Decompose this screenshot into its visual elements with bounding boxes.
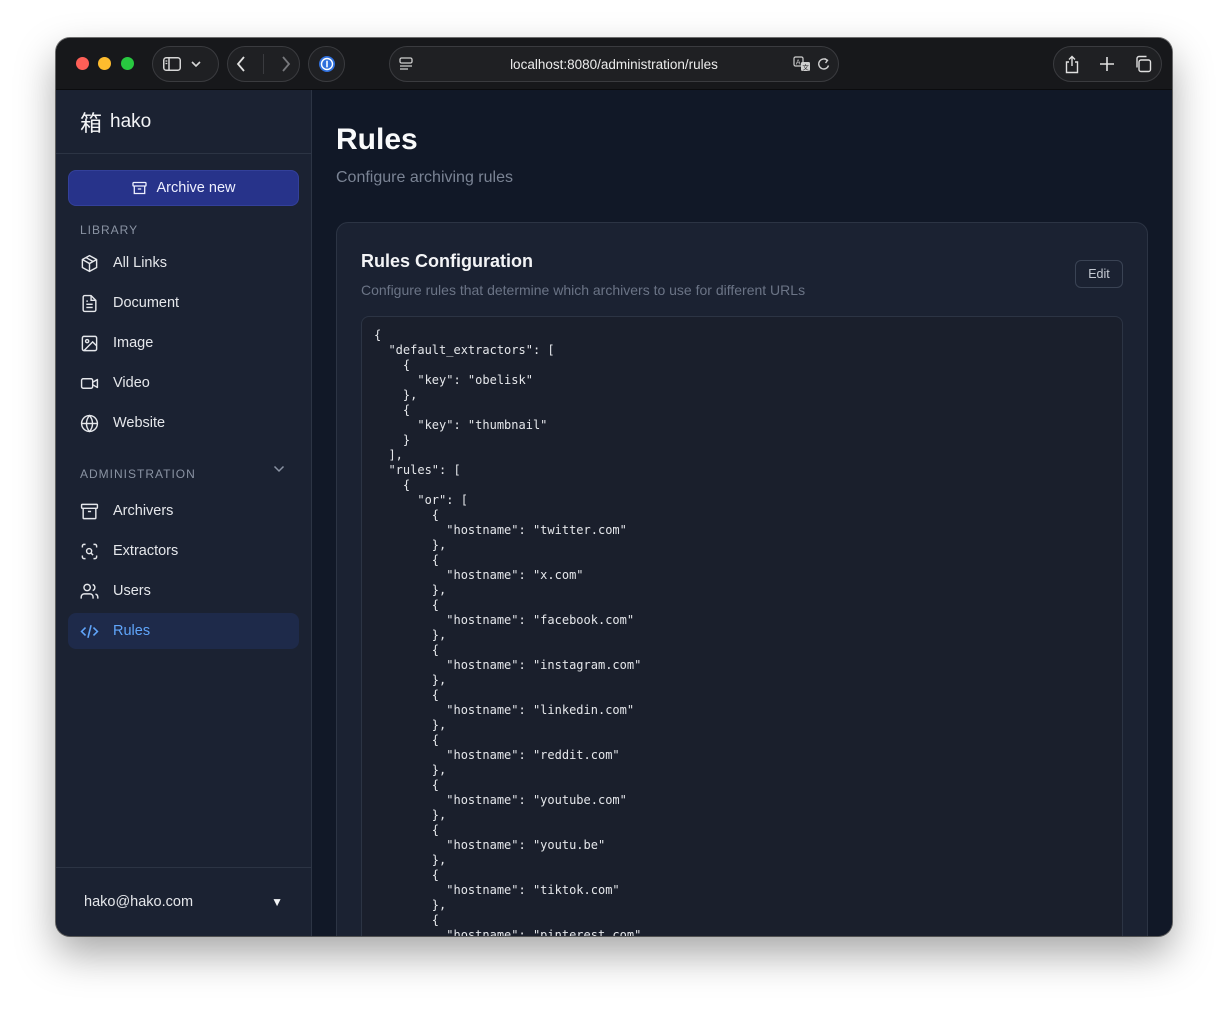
library-section-label: LIBRARY xyxy=(80,223,139,237)
sidebar-item-label: Website xyxy=(113,415,166,431)
password-manager-icon xyxy=(318,56,335,72)
new-tab-icon[interactable] xyxy=(1099,56,1115,72)
sidebar-item-document[interactable]: Document xyxy=(68,285,299,321)
sidebar-item-video[interactable]: Video xyxy=(68,365,299,401)
sidebar-item-label: Rules xyxy=(113,623,151,639)
chevron-down-icon[interactable] xyxy=(273,465,285,473)
rules-json-code: { "default_extractors": [ { "key": "obel… xyxy=(374,328,642,936)
code-icon xyxy=(80,624,99,638)
sidebar-item-label: Image xyxy=(113,335,154,351)
back-icon[interactable] xyxy=(236,56,246,72)
sidebar-item-image[interactable]: Image xyxy=(68,325,299,361)
browser-toolbar: localhost:8080/administration/rules A文 xyxy=(56,38,1172,90)
edit-button[interactable]: Edit xyxy=(1075,260,1123,288)
sidebar-item-label: Users xyxy=(113,583,151,599)
document-icon xyxy=(82,294,97,312)
sidebar-item-label: Extractors xyxy=(113,543,179,559)
sidebar-item-archivers[interactable]: Archivers xyxy=(68,493,299,529)
reload-icon[interactable] xyxy=(817,56,831,72)
url-text: localhost:8080/administration/rules xyxy=(510,57,718,72)
brand-name: hako xyxy=(110,110,152,132)
page-subtitle: Configure archiving rules xyxy=(336,169,513,186)
sidebar-item-extractors[interactable]: Extractors xyxy=(68,533,299,569)
user-menu-caret-icon[interactable]: ▼ xyxy=(271,895,283,909)
sidebar-item-label: Archivers xyxy=(113,503,174,519)
administration-section-label: ADMINISTRATION xyxy=(80,467,196,481)
video-icon xyxy=(80,377,99,389)
sidebar-item-label: Video xyxy=(113,375,150,391)
rules-json-viewer[interactable]: { "default_extractors": [ { "key": "obel… xyxy=(361,316,1123,936)
chevron-down-icon xyxy=(191,61,201,68)
browser-window: localhost:8080/administration/rules A文 箱… xyxy=(56,38,1172,936)
app-root: 箱 hako Archive new LIBRARY All Links Doc… xyxy=(56,90,1172,936)
sidebar-item-label: Document xyxy=(113,295,180,311)
share-icon[interactable] xyxy=(1064,55,1080,74)
translate-icon[interactable]: A文 xyxy=(793,56,811,72)
nav-divider xyxy=(262,54,264,74)
sidebar-icon xyxy=(163,57,181,71)
tab-overview-icon[interactable] xyxy=(1134,55,1152,73)
brand-logo: 箱 xyxy=(80,111,103,137)
svg-text:文: 文 xyxy=(802,63,809,72)
minimize-window-button[interactable] xyxy=(98,57,111,70)
archive-icon xyxy=(80,503,99,519)
user-email: hako@hako.com xyxy=(84,894,194,910)
archive-new-button[interactable]: Archive new xyxy=(68,170,299,206)
sidebar-item-users[interactable]: Users xyxy=(68,573,299,609)
sidebar: 箱 hako Archive new LIBRARY All Links Doc… xyxy=(56,90,312,936)
scan-icon xyxy=(81,543,98,559)
forward-icon[interactable] xyxy=(281,56,291,72)
sidebar-toggle-button[interactable] xyxy=(152,46,219,82)
users-icon xyxy=(80,583,99,599)
brand[interactable]: 箱 hako xyxy=(56,90,311,154)
image-icon xyxy=(81,335,98,351)
main-content: Rules Configure archiving rules Rules Co… xyxy=(312,90,1172,936)
window-actions xyxy=(1053,46,1162,82)
maximize-window-button[interactable] xyxy=(121,57,134,70)
card-description: Configure rules that determine which arc… xyxy=(361,282,806,298)
sidebar-item-website[interactable]: Website xyxy=(68,405,299,441)
password-extension-button[interactable] xyxy=(308,46,345,82)
archive-icon xyxy=(131,181,147,195)
archive-new-label: Archive new xyxy=(156,180,236,196)
rules-configuration-card: Rules Configuration Configure rules that… xyxy=(336,222,1148,936)
svg-text:A: A xyxy=(796,59,801,67)
cube-icon xyxy=(81,254,98,272)
user-menu[interactable]: hako@hako.com ▼ xyxy=(56,867,311,936)
address-bar[interactable]: localhost:8080/administration/rules A文 xyxy=(389,46,839,82)
history-nav xyxy=(227,46,300,82)
page-title: Rules xyxy=(336,123,418,156)
sidebar-item-rules[interactable]: Rules xyxy=(68,613,299,649)
sidebar-item-all-links[interactable]: All Links xyxy=(68,245,299,281)
card-title: Rules Configuration xyxy=(361,251,533,271)
sidebar-item-label: All Links xyxy=(113,255,167,271)
globe-icon xyxy=(80,414,99,432)
close-window-button[interactable] xyxy=(76,57,89,70)
